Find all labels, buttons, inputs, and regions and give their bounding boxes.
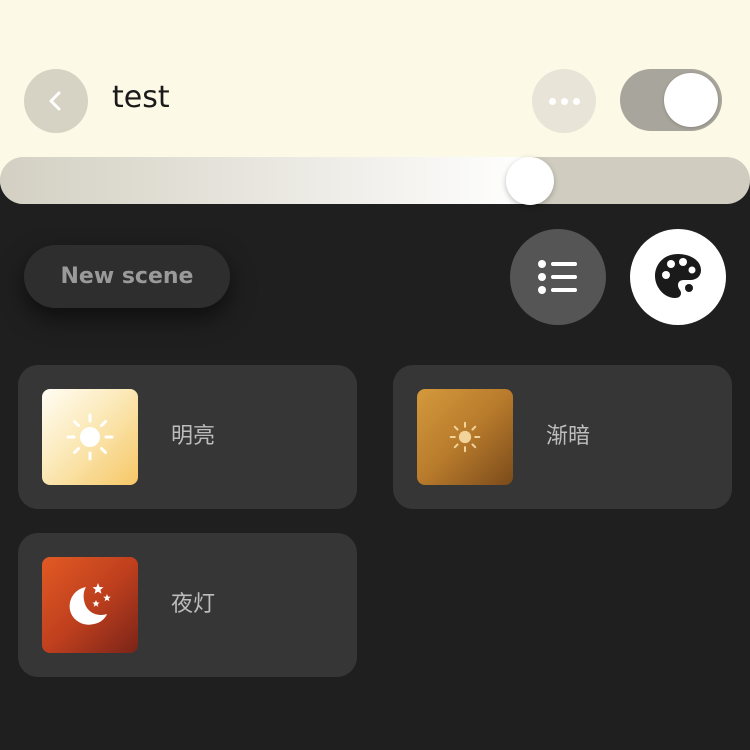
scene-card-bright[interactable]: 明亮 bbox=[18, 365, 357, 509]
sun-icon bbox=[449, 421, 481, 453]
more-dots-icon bbox=[548, 97, 556, 105]
list-view-button[interactable] bbox=[510, 229, 606, 325]
list-icon bbox=[538, 260, 577, 294]
new-scene-button[interactable]: New scene bbox=[24, 245, 230, 308]
scene-thumb-bright bbox=[42, 389, 138, 485]
brightness-slider[interactable] bbox=[0, 157, 750, 204]
scene-card-night[interactable]: 夜灯 bbox=[18, 533, 357, 677]
palette-view-button[interactable] bbox=[630, 229, 726, 325]
scene-card-dim[interactable]: 渐暗 bbox=[393, 365, 732, 509]
more-dot bbox=[560, 97, 568, 105]
sun-icon bbox=[66, 413, 114, 461]
scene-thumb-night bbox=[42, 557, 138, 653]
brightness-slider-fill bbox=[0, 157, 531, 204]
header-bar: test bbox=[0, 0, 750, 180]
toggle-knob bbox=[664, 73, 718, 127]
chevron-left-icon bbox=[49, 91, 61, 111]
page-title: test bbox=[112, 80, 170, 115]
scene-label-dim: 渐暗 bbox=[546, 424, 591, 449]
scene-thumb-dim bbox=[417, 389, 513, 485]
power-toggle[interactable] bbox=[620, 69, 722, 131]
back-button[interactable] bbox=[24, 69, 88, 133]
brightness-slider-thumb[interactable] bbox=[506, 157, 555, 205]
more-options-button[interactable] bbox=[532, 69, 596, 133]
scene-label-night: 夜灯 bbox=[171, 592, 216, 617]
palette-icon bbox=[655, 254, 701, 298]
moon-stars-icon bbox=[69, 583, 111, 625]
scene-label-bright: 明亮 bbox=[171, 424, 216, 449]
more-dot bbox=[572, 97, 580, 105]
